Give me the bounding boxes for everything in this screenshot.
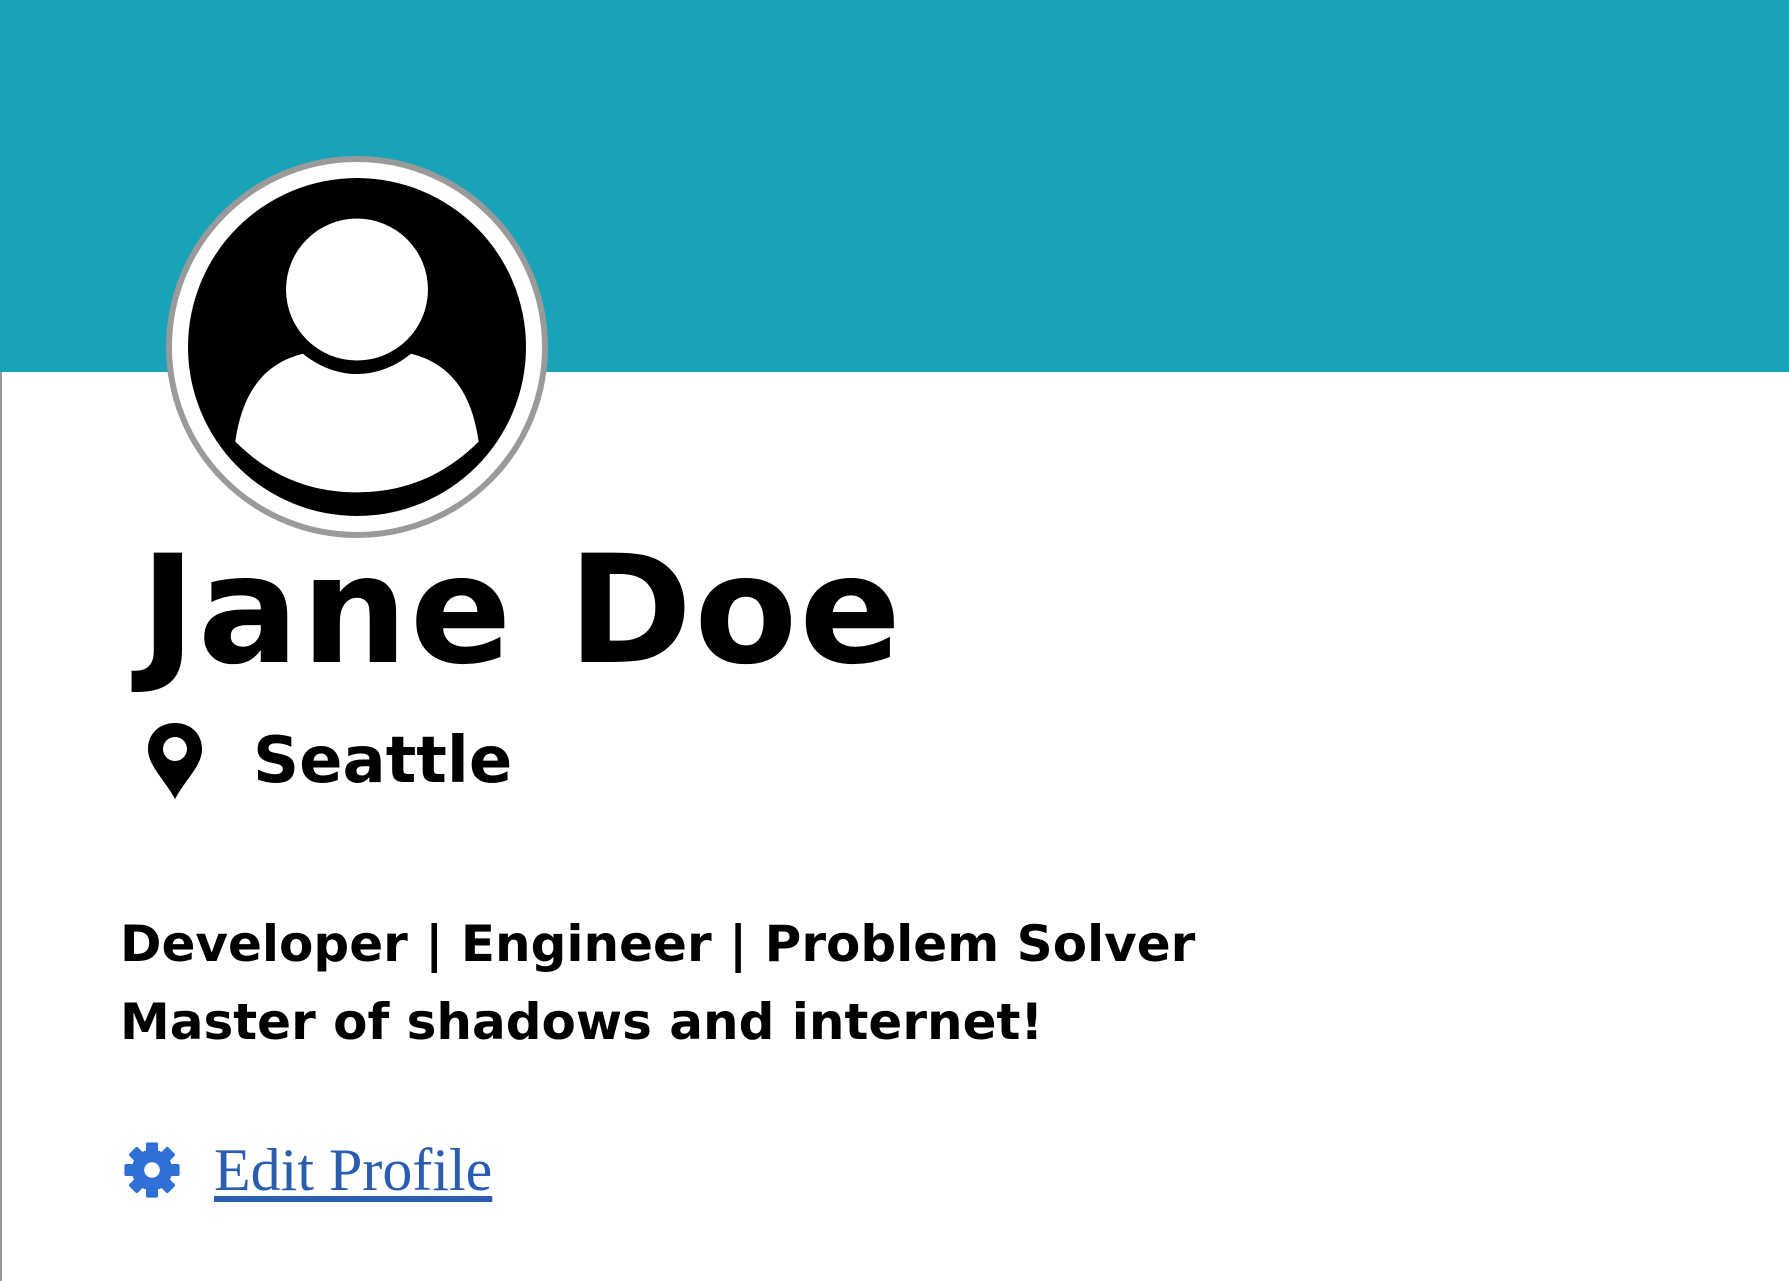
- card-left-border: [0, 372, 2, 1281]
- profile-name: Jane Doe: [140, 524, 904, 698]
- avatar: [166, 156, 548, 538]
- edit-profile-link[interactable]: Edit Profile: [214, 1136, 492, 1205]
- bio: Developer | Engineer | Problem Solver Ma…: [120, 905, 1195, 1061]
- edit-profile-row[interactable]: Edit Profile: [122, 1135, 492, 1205]
- bio-line-roles: Developer | Engineer | Problem Solver: [120, 915, 1196, 973]
- location-text: Seattle: [253, 724, 513, 798]
- user-avatar-icon: [188, 178, 526, 516]
- map-pin-icon: [148, 723, 202, 799]
- bio-line-tagline: Master of shadows and internet!: [120, 993, 1044, 1051]
- gear-icon: [124, 1142, 180, 1198]
- location-row: Seattle: [145, 716, 512, 806]
